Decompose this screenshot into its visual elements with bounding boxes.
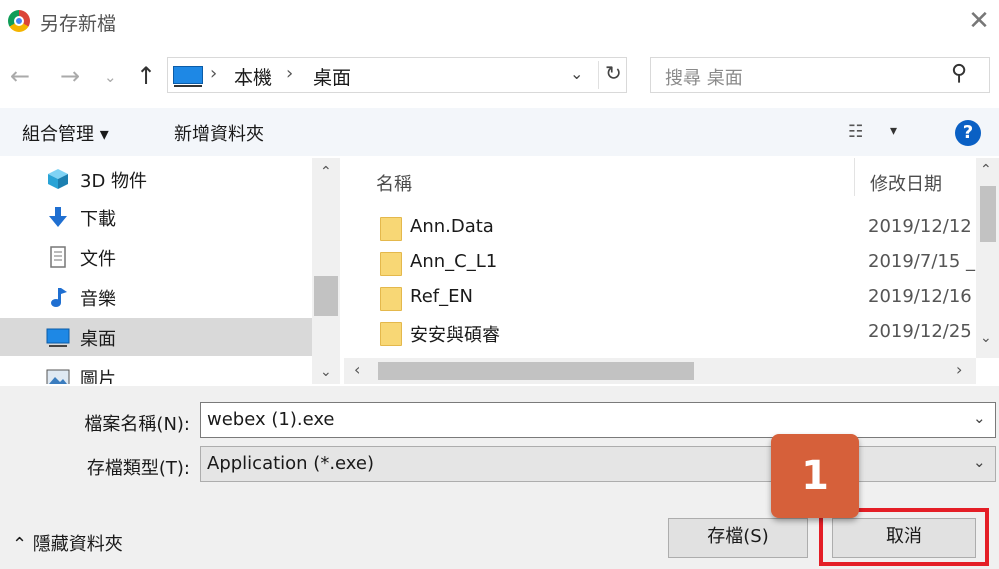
list-item[interactable]: Ann.Data 2019/12/12 [344,211,974,246]
pictures-icon [46,369,70,384]
sidebar-item-music[interactable]: 音樂 [0,278,312,316]
file-type-dropdown-chevron-icon[interactable]: ⌄ [973,453,986,471]
sidebar-item-label: 文件 [80,249,116,270]
breadcrumb-this-pc[interactable]: 本機 [234,63,272,90]
help-icon[interactable]: ? [955,120,981,146]
address-bar[interactable]: › 本機 › 桌面 ⌄ ↻ [167,57,627,93]
breadcrumb-separator-icon[interactable]: › [286,63,293,84]
file-name: Ann.Data [410,216,494,237]
scroll-right-icon[interactable]: › [956,360,962,379]
folder-icon [380,322,402,346]
file-type-select[interactable]: Application (*.exe) ⌄ [200,446,996,482]
breadcrumb-separator-icon[interactable]: › [210,63,217,84]
refresh-icon[interactable]: ↻ [598,61,622,89]
column-header-date-modified[interactable]: 修改日期 [870,170,942,196]
music-note-icon [51,288,67,307]
folder-icon [380,252,402,276]
sidebar-item-label: 3D 物件 [80,171,148,192]
file-name: 安安與碩睿 [410,325,500,346]
forward-arrow-icon[interactable]: → [60,62,80,90]
list-item[interactable]: 安安與碩睿 2019/12/25 [344,316,974,351]
organize-menu-button[interactable]: 組合管理 ▾ [22,120,109,146]
title-bar: 另存新檔 ✕ [0,0,999,44]
file-date: 2019/12/12 [868,216,972,237]
sidebar-item-3d-objects[interactable]: 3D 物件 [0,160,312,198]
sidebar-scrollbar[interactable]: ⌃ ⌄ [312,158,340,384]
file-name: Ref_EN [410,286,473,307]
step-number-badge: 1 [771,434,859,518]
sidebar-item-downloads[interactable]: 下載 [0,198,312,236]
file-type-label: 存檔類型(T): [86,458,190,479]
file-list-horizontal-scrollbar[interactable]: ‹ › [344,358,976,384]
sidebar-item-pictures[interactable]: 圖片 [0,358,312,384]
file-name: Ann_C_L1 [410,251,498,272]
scroll-down-icon[interactable]: ⌄ [320,364,332,380]
cube-3d-icon [48,169,68,189]
search-box[interactable]: 搜尋 桌面 ⚲ [650,57,990,93]
navigation-pane: 3D 物件 下載 文件 音樂 桌面 圖片 ⌃ ⌄ [0,158,340,384]
window-title: 另存新檔 [40,13,117,35]
sort-ascending-icon: ⌃ [602,158,616,169]
column-header-name[interactable]: 名稱 [376,170,412,196]
new-folder-button[interactable]: 新增資料夾 [174,120,264,146]
scrollbar-thumb[interactable] [980,186,996,242]
list-item[interactable]: Ref_EN 2019/12/16 [344,281,974,316]
file-list: ⌃ 名稱 修改日期 Ann.Data 2019/12/12 Ann_C_L1 2… [344,158,999,384]
view-options-icon[interactable]: ☷ [848,122,863,142]
chrome-icon [8,10,30,32]
address-dropdown-chevron-icon[interactable]: ⌄ [570,64,583,83]
search-icon[interactable]: ⚲ [951,61,967,86]
sidebar-item-desktop[interactable]: 桌面 [0,318,312,356]
folder-icon [380,217,402,241]
save-button[interactable]: 存檔(S) [668,518,808,558]
download-arrow-icon [49,207,67,227]
column-divider[interactable] [854,158,855,196]
file-type-value: Application (*.exe) [207,453,374,474]
hide-folders-toggle[interactable]: ⌃ 隱藏資料夾 [12,530,123,556]
back-arrow-icon[interactable]: ← [10,62,30,90]
scroll-up-icon[interactable]: ⌃ [320,164,332,180]
file-date: 2019/12/16 [868,286,972,307]
sidebar-item-label: 音樂 [80,289,116,310]
scrollbar-thumb[interactable] [314,276,338,316]
sidebar-item-label: 圖片 [80,369,116,384]
file-name-field[interactable]: webex (1).exe ⌄ [200,402,996,438]
breadcrumb-desktop[interactable]: 桌面 [313,63,351,90]
sidebar-item-label: 桌面 [80,329,116,350]
search-input[interactable]: 搜尋 桌面 [665,64,743,90]
file-name-dropdown-chevron-icon[interactable]: ⌄ [973,409,986,427]
desktop-icon [46,328,70,347]
close-button[interactable]: ✕ [962,4,996,38]
scrollbar-thumb[interactable] [378,362,694,380]
command-toolbar: 組合管理 ▾ 新增資料夾 ☷ ▾ ? [0,108,999,156]
scroll-down-icon[interactable]: ⌄ [980,330,992,346]
up-arrow-icon[interactable]: ↑ [136,62,156,90]
scroll-up-icon[interactable]: ⌃ [980,162,992,178]
recent-locations-chevron-icon[interactable]: ⌄ [104,68,117,86]
file-list-vertical-scrollbar[interactable]: ⌃ ⌄ [976,158,999,358]
sidebar-item-documents[interactable]: 文件 [0,238,312,276]
view-dropdown-chevron-icon[interactable]: ▾ [890,123,897,139]
file-date: 2019/12/25 [868,321,972,342]
scroll-left-icon[interactable]: ‹ [354,360,360,379]
file-date: 2019/7/15 _ [868,251,976,272]
list-item[interactable]: Ann_C_L1 2019/7/15 _ [344,246,975,281]
file-name-input[interactable]: webex (1).exe [207,409,335,430]
file-name-label: 檔案名稱(N): [84,414,190,435]
folder-icon [380,287,402,311]
document-icon [50,246,66,268]
computer-monitor-icon [173,66,203,87]
sidebar-item-label: 下載 [80,209,116,230]
